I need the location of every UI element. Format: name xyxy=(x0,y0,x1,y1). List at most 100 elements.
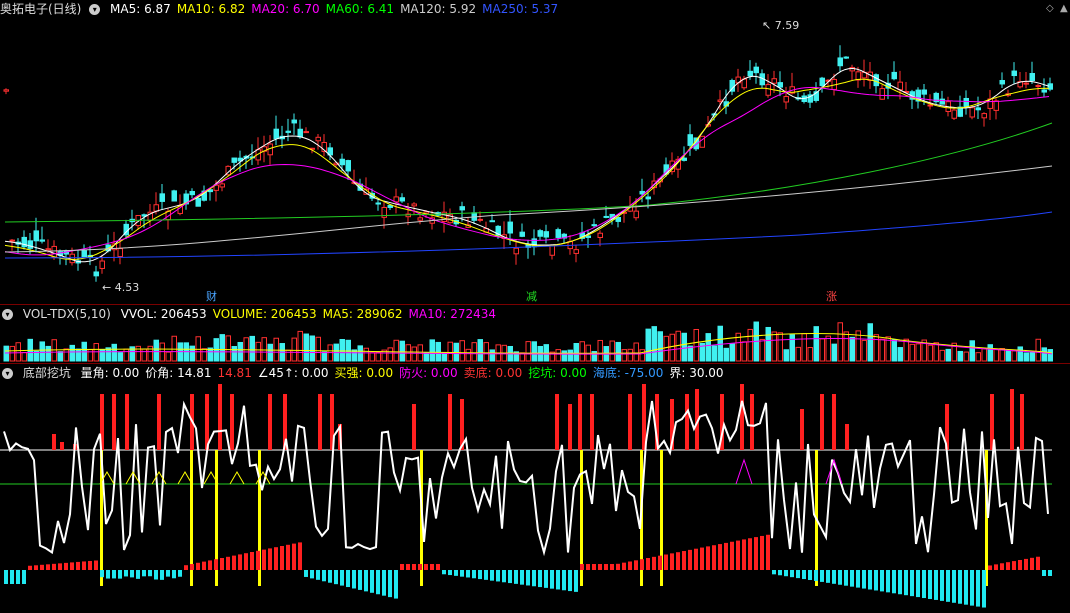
signal-spike xyxy=(412,404,416,450)
candle-body xyxy=(345,160,351,172)
volume-bar xyxy=(1035,338,1041,362)
circle-icon[interactable]: ▾ xyxy=(2,309,13,320)
volume-bar xyxy=(153,339,159,362)
candle-body xyxy=(171,190,177,202)
hist-bar xyxy=(136,570,140,579)
volume-bar xyxy=(219,334,225,362)
hist-bar xyxy=(142,570,146,577)
volume-bar xyxy=(201,348,207,362)
hist-bar xyxy=(358,570,362,590)
hist-bar xyxy=(178,570,182,577)
indicator-panel[interactable]: ▾ 底部挖坑 量角: 0.00 价角: 14.81 14.81 ∠45↑: 0.00 买… xyxy=(0,364,1070,613)
volume-bar xyxy=(555,349,561,362)
hist-bar xyxy=(718,544,722,570)
hist-bar xyxy=(940,570,944,601)
triangle-mark xyxy=(735,458,753,485)
candle-body xyxy=(1023,82,1029,85)
hist-bar xyxy=(928,570,932,599)
circle-icon[interactable]: ▾ xyxy=(2,368,13,379)
hist-bar xyxy=(586,564,590,570)
volume-bar xyxy=(435,341,441,362)
volume-bar xyxy=(471,342,477,362)
marker-zhang[interactable]: 涨 xyxy=(826,288,837,304)
signal-spike xyxy=(448,394,452,450)
candle-body xyxy=(537,230,543,237)
volume-bar xyxy=(927,344,933,362)
marker-cai[interactable]: 财 xyxy=(206,288,217,304)
hist-bar xyxy=(40,564,44,570)
candle-body xyxy=(519,231,525,237)
legend-item: VVOL: 206453 xyxy=(120,307,207,321)
hist-bar xyxy=(610,564,614,570)
volume-bar xyxy=(387,347,393,362)
hist-bar xyxy=(796,570,800,579)
volume-bar xyxy=(639,349,645,362)
hist-bar xyxy=(472,570,476,579)
volume-header: ▾ VOL-TDX(5,10) VVOL: 206453 VOLUME: 2064… xyxy=(0,305,508,323)
volume-bar xyxy=(711,345,717,362)
main-price-panel[interactable]: 奥拓电子(日线) ▾ MA5: 6.87 MA10: 6.82 MA20: 6.70… xyxy=(0,0,1070,304)
volume-bar xyxy=(939,349,945,362)
hist-bar xyxy=(364,570,368,592)
hist-bar xyxy=(724,542,728,570)
hist-bar xyxy=(562,570,566,591)
volume-bar xyxy=(693,328,699,362)
hist-bar xyxy=(910,570,914,597)
high-price-label: ↖ 7.59 xyxy=(762,19,800,32)
legend-item: ∠45↑: 0.00 xyxy=(257,366,329,380)
indicator-chart[interactable] xyxy=(0,364,1070,613)
hist-bar xyxy=(730,541,734,570)
volume-bar xyxy=(627,348,633,362)
hist-bar xyxy=(52,563,56,570)
hist-bar xyxy=(802,570,806,580)
circle-icon[interactable]: ▾ xyxy=(89,4,101,15)
volume-panel[interactable]: ▾ VOL-TDX(5,10) VVOL: 206453 VOLUME: 2064… xyxy=(0,305,1070,363)
volume-bar xyxy=(795,346,801,362)
candle-body xyxy=(951,109,957,119)
volume-bar xyxy=(807,347,813,362)
candle-body xyxy=(159,193,165,202)
volume-bar xyxy=(993,348,999,362)
hist-bar xyxy=(880,570,884,592)
indicator-header: ▾ 底部挖坑 量角: 0.00 价角: 14.81 14.81 ∠45↑: 0.00 买… xyxy=(0,364,736,382)
volume-bar xyxy=(393,339,399,362)
volume-bar xyxy=(987,344,993,362)
volume-bar xyxy=(1017,346,1023,362)
volume-bar xyxy=(879,338,885,362)
volume-bar xyxy=(489,349,495,362)
hist-bar xyxy=(256,550,260,570)
indicator-title: 底部挖坑 xyxy=(22,366,71,380)
hist-bar xyxy=(334,570,338,585)
hist-bar xyxy=(394,570,398,599)
candle-body xyxy=(9,239,15,242)
candle-body xyxy=(219,183,225,188)
volume-bar xyxy=(291,337,297,362)
volume-bar xyxy=(963,351,969,362)
candle-body xyxy=(879,88,885,100)
candle-body xyxy=(573,249,579,254)
hist-bar xyxy=(970,570,974,606)
hist-bar xyxy=(148,570,152,577)
hist-bar xyxy=(694,548,698,570)
hist-bar xyxy=(856,570,860,588)
volume-bar xyxy=(771,331,777,362)
candle-body xyxy=(873,74,879,87)
signal-spike xyxy=(750,394,754,450)
candle-body xyxy=(981,113,987,119)
hist-bar xyxy=(634,560,638,570)
hist-bar xyxy=(94,560,98,570)
hist-bar xyxy=(868,570,872,590)
hist-bar xyxy=(592,564,596,570)
hist-bar xyxy=(574,570,578,592)
volume-bar xyxy=(969,340,975,362)
legend-item: 价角: 14.81 xyxy=(145,366,212,380)
volume-bar xyxy=(747,328,753,362)
volume-bar xyxy=(315,336,321,362)
legend-item: 卖底: 0.00 xyxy=(463,366,523,380)
volume-bar xyxy=(825,335,831,362)
marker-jian[interactable]: 减 xyxy=(526,288,537,304)
volume-bar xyxy=(399,340,405,362)
hist-bar xyxy=(580,564,584,570)
price-chart[interactable] xyxy=(0,0,1070,304)
hist-bar xyxy=(688,549,692,570)
